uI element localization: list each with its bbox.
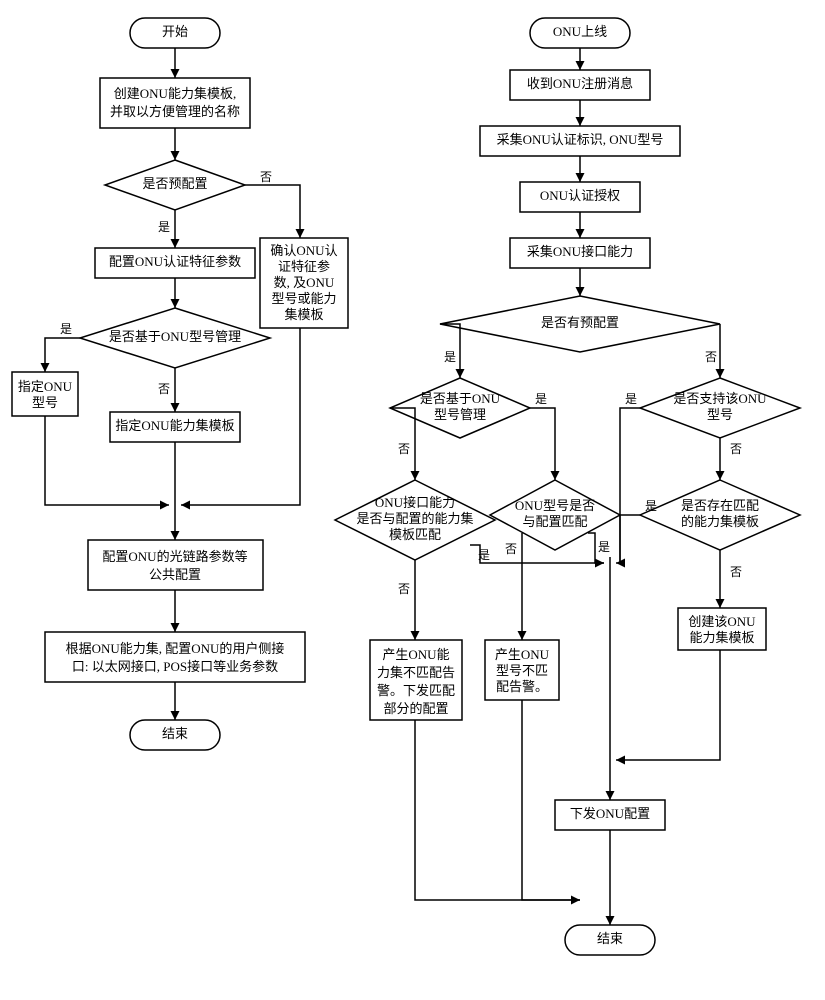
left-p6b: 口: 以太网接口, POS接口等业务参数 [72,659,278,674]
lbl-no: 否 [705,350,717,364]
right-p3: ONU认证授权 [540,188,620,203]
right-p6a: 产生ONU [495,647,550,662]
left-p5a: 配置ONU的光链路参数等 [102,549,247,564]
lbl-yes: 是 [444,350,456,364]
right-p8: 下发ONU配置 [570,806,650,821]
lbl-yes: 是 [598,540,610,554]
right-d4b: 是否与配置的能力集 [356,511,473,526]
right-d6a: 是否存在匹配 [681,498,759,513]
lbl-no: 否 [730,565,742,579]
right-p6c: 配告警。 [496,679,548,694]
right-d2a: 是否基于ONU [420,391,501,406]
left-d2: 是否基于ONU型号管理 [109,329,241,344]
right-end: 结束 [597,931,623,946]
left-d1: 是否预配置 [142,176,207,191]
left-p4: 指定ONU能力集模板 [115,418,234,433]
lbl-no: 否 [158,382,170,396]
left-p2alt-a: 确认ONU认 [270,243,337,258]
left-p1b: 并取以方便管理的名称 [110,104,240,119]
left-start: 开始 [162,24,188,39]
right-d1: 是否有预配置 [541,315,619,330]
right-d4a: ONU接口能力 [375,495,455,510]
right-d4c: 模板匹配 [389,527,441,542]
right-d5a: ONU型号是否 [515,498,595,513]
lbl-no: 否 [398,442,410,456]
left-p3b: 型号 [32,395,58,410]
left-p1a: 创建ONU能力集模板, [114,86,236,101]
right-d3a: 是否支持该ONU [673,391,767,406]
lbl-yes: 是 [645,499,657,513]
left-p2alt-c: 数, 及ONU [274,275,335,290]
left-p2alt-d: 型号或能力 [271,291,336,306]
right-p5d: 部分的配置 [383,701,448,716]
lbl-no: 否 [730,442,742,456]
left-p2alt-e: 集模板 [284,307,323,322]
right-p6b: 型号不匹 [496,663,548,678]
left-p5b: 公共配置 [149,567,201,582]
right-d5b: 与配置匹配 [522,514,587,529]
left-p3a: 指定ONU [18,379,73,394]
flowchart-diagram: 开始 创建ONU能力集模板, 并取以方便管理的名称 是否预配置 否 是 配置ON… [0,0,825,1000]
right-p7b: 能力集模板 [689,630,754,645]
lbl-yes: 是 [60,322,72,336]
left-p6a: 根据ONU能力集, 配置ONU的用户侧接 [66,641,285,656]
lbl-yes: 是 [535,392,547,406]
right-p2: 采集ONU认证标识, ONU型号 [497,132,664,147]
right-p5a: 产生ONU能 [382,647,449,662]
right-p7a: 创建该ONU [688,614,756,629]
lbl-yes: 是 [625,392,637,406]
right-start: ONU上线 [553,24,607,39]
right-p1: 收到ONU注册消息 [527,76,633,91]
right-p5c: 警。下发匹配 [377,683,455,698]
right-d3b: 型号 [707,407,733,422]
lbl-no: 否 [260,170,272,184]
left-end: 结束 [162,726,188,741]
right-p5b: 力集不匹配告 [377,665,455,680]
left-p2: 配置ONU认证特征参数 [109,254,241,269]
left-p2alt-b: 证特征参 [278,259,330,274]
lbl-yes: 是 [158,220,170,234]
right-d2b: 型号管理 [434,407,486,422]
lbl-no: 否 [398,582,410,596]
right-d6b: 的能力集模板 [681,514,759,529]
right-p4: 采集ONU接口能力 [527,244,633,259]
lbl-no: 否 [505,542,517,556]
